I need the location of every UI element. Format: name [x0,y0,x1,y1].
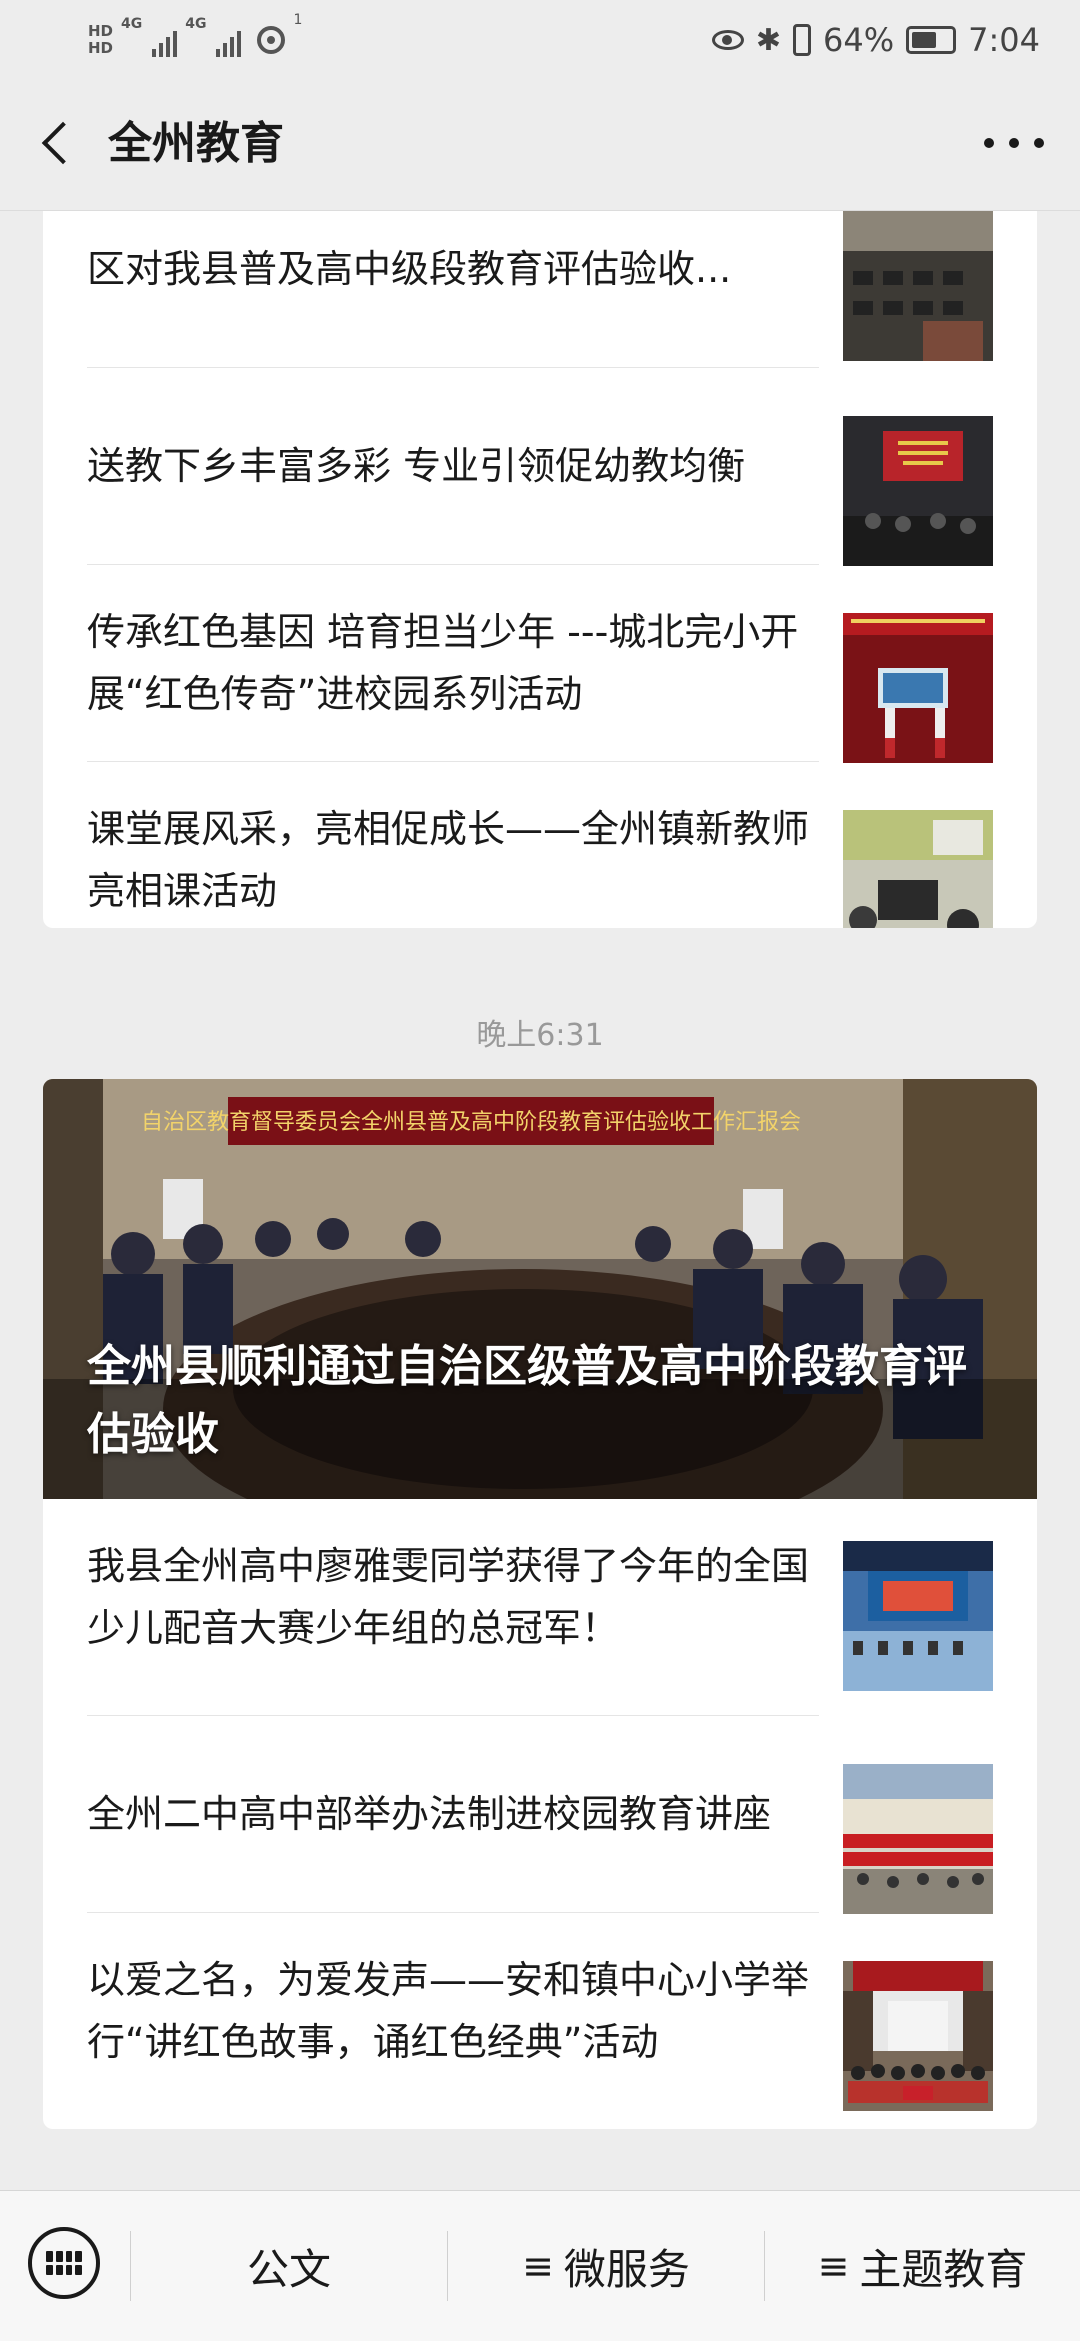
signal-icon-1 [152,23,178,57]
article-thumbnail [843,1961,993,2111]
hd-indicator: HD HD [88,22,114,57]
hotspot-count: 1 [293,12,303,28]
message-timestamp: 晚上6:31 [476,1018,604,1053]
article-thumbnail [843,613,993,763]
article-title: 传承红色基因 培育担当少年 ---城北完小开展“红色传奇”进校园系列活动 [87,610,799,716]
network-type-2: 4G [185,16,207,32]
article-card: 自治区教育督导委员会全州县普及高中阶段教育评估验收工作汇报会 全州县顺利通过自治… [43,1079,1037,2129]
bottom-menu-bar: 公文 ≡ 微服务 ≡ 主题教育 [0,2190,1080,2341]
article-item[interactable]: 课堂展风采，亮相促成长——全州镇新教师亮相课活动 [87,762,993,928]
article-item[interactable]: 以爱之名，为爱发声——安和镇中心小学举行“讲红色故事，诵红色经典”活动 [87,1913,993,2111]
account-title: 全州教育 [108,118,284,169]
article-title: 课堂展风采，亮相促成长——全州镇新教师亮相课活动 [87,807,810,913]
article-item[interactable]: 我县全州高中廖雅雯同学获得了今年的全国少儿配音大赛少年组的总冠军！ [87,1499,993,1695]
article-item[interactable]: 传承红色基因 培育担当少年 ---城北完小开展“红色传奇”进校园系列活动 [87,565,993,763]
hotspot-icon [257,26,286,54]
article-title: 全州二中高中部举办法制进校园教育讲座 [87,1792,772,1836]
menu-item-micro-services[interactable]: ≡ 微服务 [448,2191,764,2341]
article-title: 区对我县普及高中级段教育评估验收... [87,247,732,291]
headline-article[interactable]: 自治区教育督导委员会全州县普及高中阶段教育评估验收工作汇报会 全州县顺利通过自治… [43,1079,1037,1499]
signal-icon-2 [216,23,242,57]
article-thumbnail [843,1541,993,1691]
system-indicators: ✱ 64% 7:04 [711,12,1040,68]
network-type-1: 4G [121,16,143,32]
nav-bar: 全州教育 [0,80,1080,211]
keyboard-icon[interactable] [28,2227,100,2299]
article-title: 以爱之名，为爱发声——安和镇中心小学举行“讲红色故事，诵红色经典”活动 [87,1958,810,2064]
battery-icon [906,26,957,54]
article-item[interactable]: 送教下乡丰富多彩 专业引领促幼教均衡 [87,368,993,566]
menu-item-theme-education[interactable]: ≡ 主题教育 [765,2191,1080,2341]
article-card: 区对我县普及高中级段教育评估验收... 送教下乡丰富多彩 专业引领促幼教均衡 传… [43,211,1037,928]
article-item[interactable]: 全州二中高中部举办法制进校园教育讲座 [87,1716,993,1914]
article-thumbnail [843,810,993,928]
status-bar: HD HD 4G 4G 1 ✱ 64% 7:04 [0,0,1080,80]
menu-item-documents[interactable]: 公文 [131,2191,447,2341]
article-item[interactable]: 区对我县普及高中级段教育评估验收... [87,211,993,367]
article-title: 送教下乡丰富多彩 专业引领促幼教均衡 [87,444,746,488]
article-thumbnail [843,416,993,566]
vibrate-icon [793,24,812,56]
article-thumbnail [843,211,993,361]
back-arrow-icon[interactable] [36,120,84,168]
hero-banner-text: 自治区教育督导委员会全州县普及高中阶段教育评估验收工作汇报会 [141,1110,801,1135]
article-title: 我县全州高中廖雅雯同学获得了今年的全国少儿配音大赛少年组的总冠军！ [87,1544,810,1650]
submenu-icon: ≡ [817,2244,850,2288]
message-list[interactable]: 区对我县普及高中级段教育评估验收... 送教下乡丰富多彩 专业引领促幼教均衡 传… [0,211,1080,2190]
bluetooth-icon: ✱ [755,22,782,58]
clock: 7:04 [968,21,1040,59]
headline-title: 全州县顺利通过自治区级普及高中阶段教育评估验收 [87,1341,967,1460]
submenu-icon: ≡ [522,2244,554,2288]
eye-comfort-icon [711,30,744,50]
article-thumbnail [843,1764,993,1914]
network-indicators: HD HD 4G 4G 1 [88,12,302,68]
more-options-icon[interactable] [984,128,1044,158]
battery-percent: 64% [823,21,895,59]
